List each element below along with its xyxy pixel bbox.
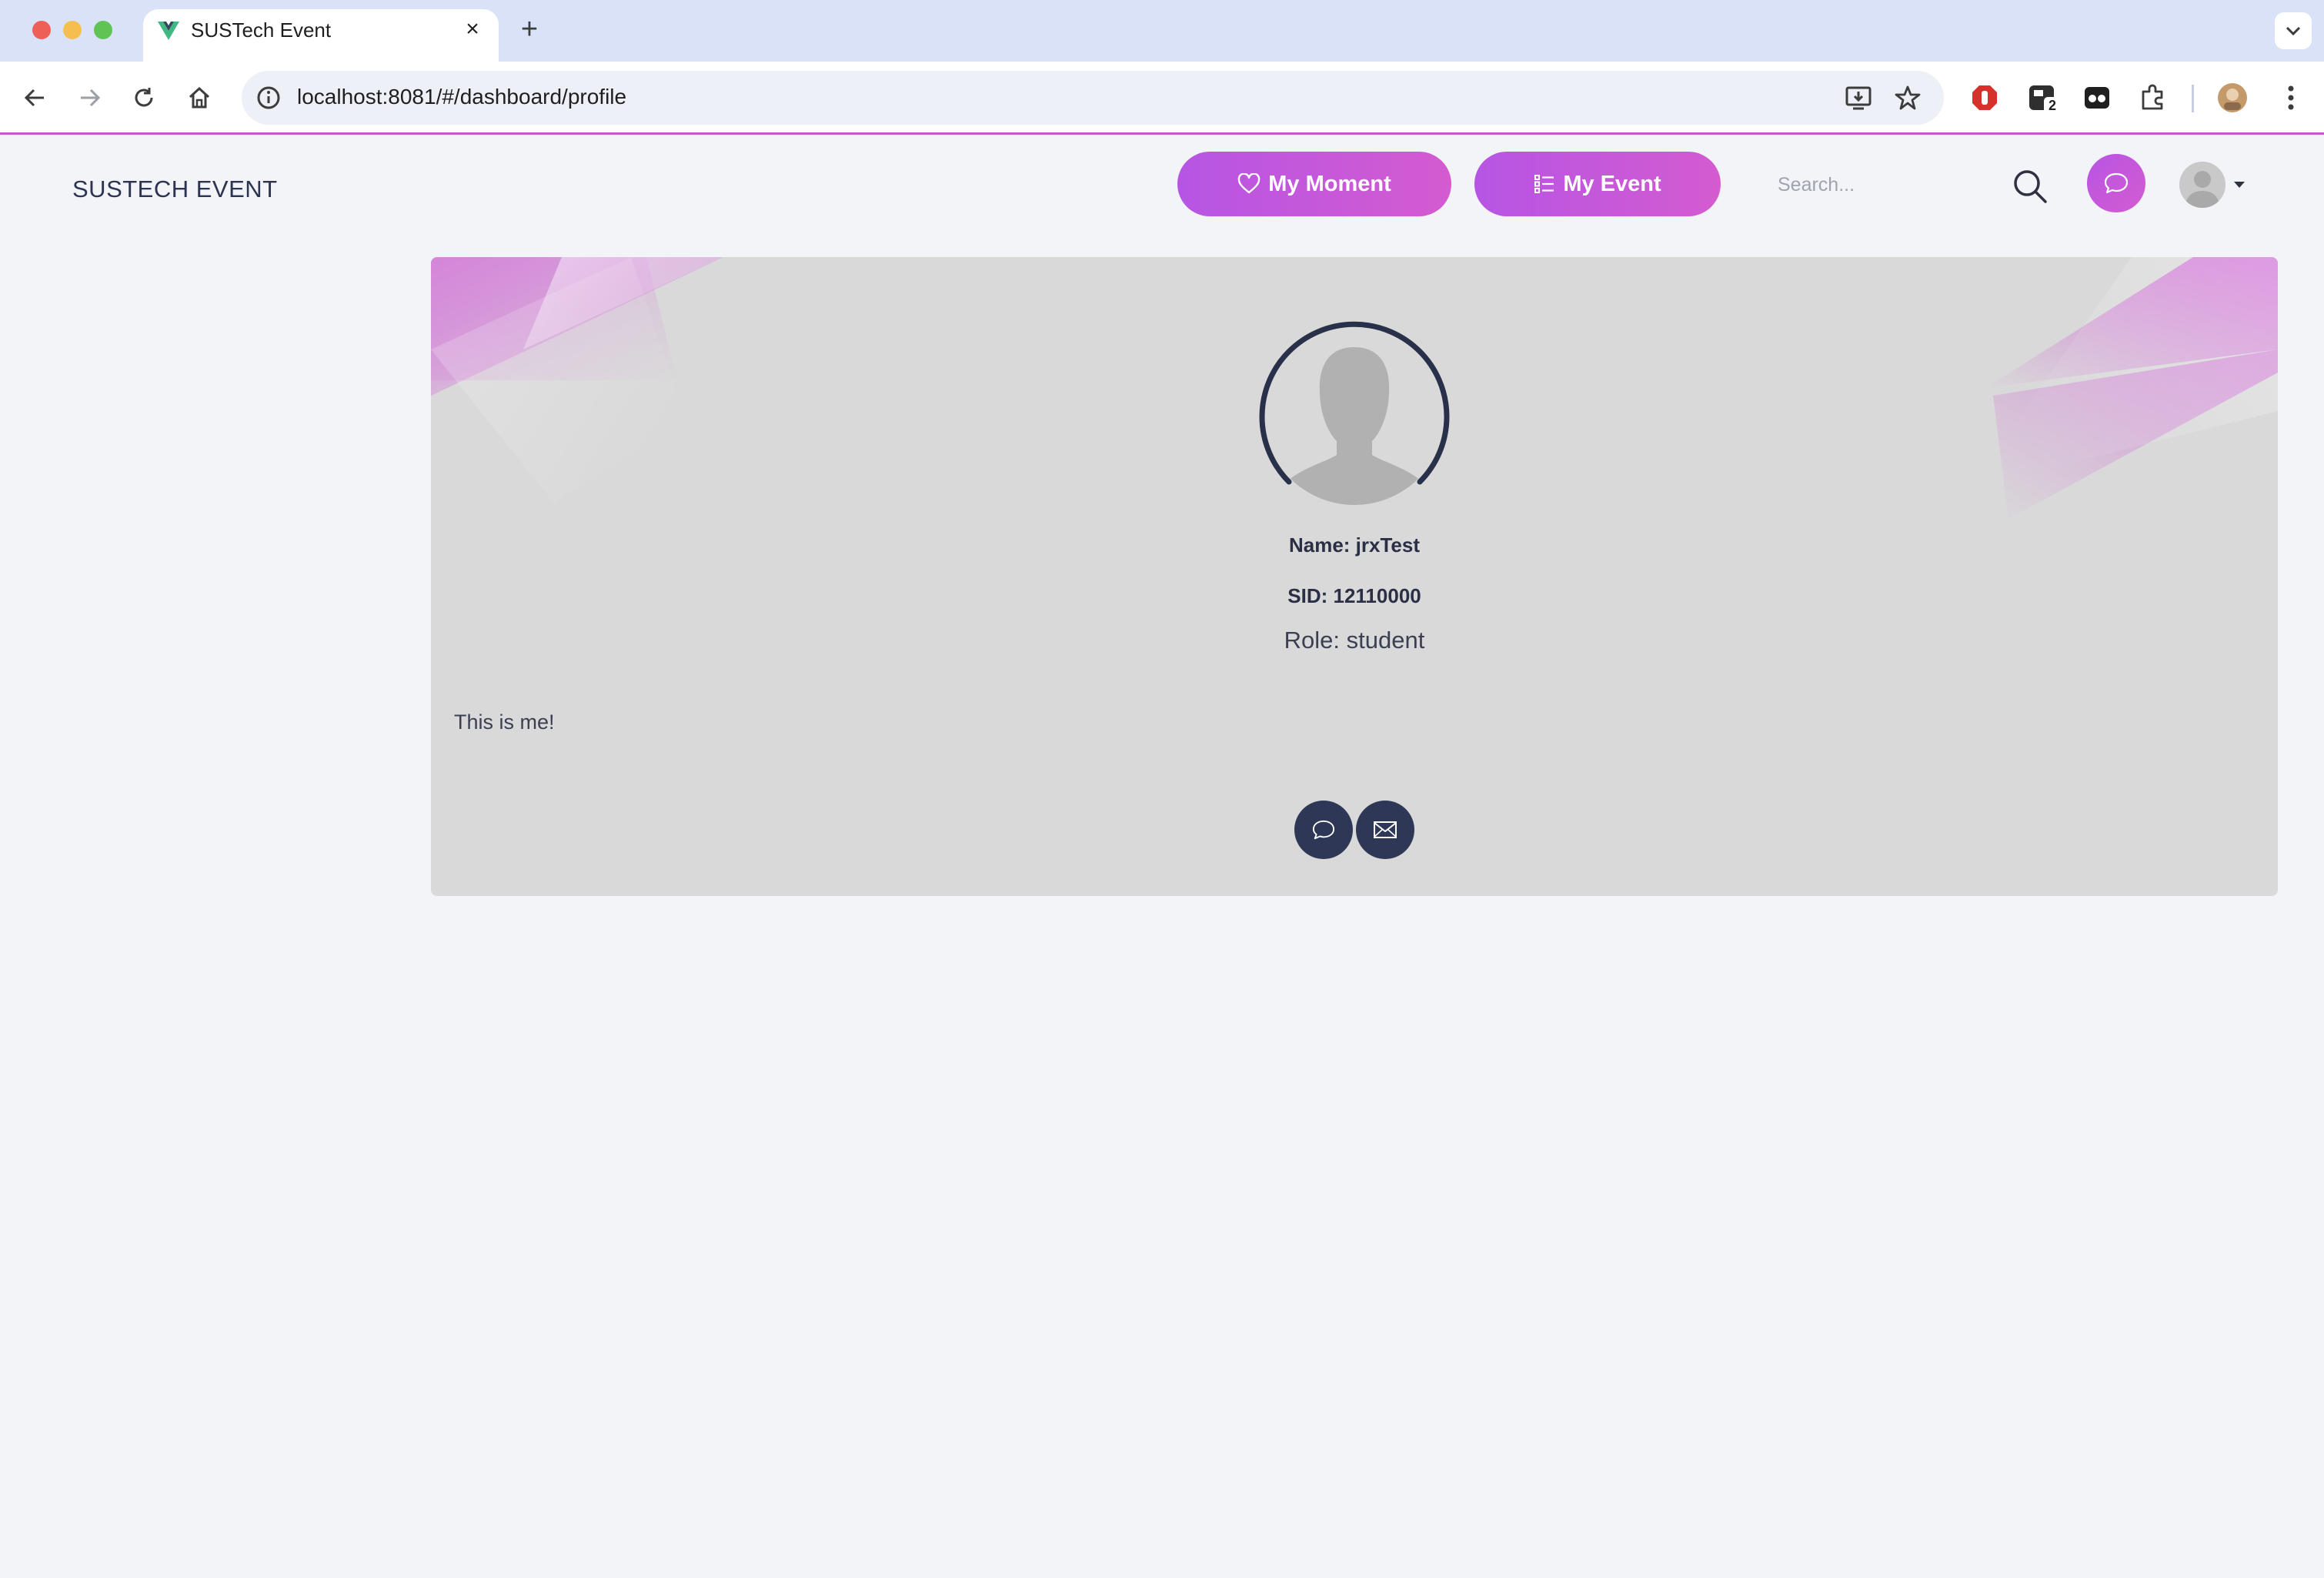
user-avatar[interactable]	[2179, 162, 2225, 208]
extension-adblock-button[interactable]	[1968, 82, 2001, 114]
forward-button[interactable]	[72, 80, 108, 115]
window-minimize-button[interactable]	[63, 21, 82, 39]
arrow-right-icon	[81, 89, 101, 107]
profile-button[interactable]	[2216, 82, 2249, 114]
my-event-label: My Event	[1563, 171, 1661, 196]
reload-button[interactable]	[126, 80, 162, 115]
home-button[interactable]	[182, 80, 217, 115]
browser-menu-button[interactable]	[2275, 82, 2307, 114]
puzzle-icon	[2142, 84, 2163, 110]
extension-badge-count: 2	[2044, 97, 2061, 114]
profile-name: Name: jrxTest	[1288, 533, 1421, 557]
bookmark-button[interactable]	[1892, 82, 1924, 114]
url-text[interactable]: localhost:8081/#/dashboard/profile	[297, 82, 626, 112]
my-moment-label: My Moment	[1268, 171, 1391, 196]
mail-icon	[1374, 821, 1397, 838]
profile-avatar-icon	[2218, 83, 2247, 112]
extension-tab-button[interactable]	[2081, 82, 2113, 114]
window-close-button[interactable]	[32, 21, 51, 39]
send-message-button[interactable]	[1294, 801, 1353, 859]
search-input[interactable]	[1778, 168, 1993, 202]
caret-down-icon[interactable]	[2232, 179, 2247, 191]
install-app-button[interactable]	[1842, 82, 1875, 114]
chat-icon	[1312, 820, 1335, 840]
site-info-icon[interactable]	[254, 83, 283, 112]
new-tab-button[interactable]: +	[514, 13, 545, 45]
header-accent-line	[0, 132, 2324, 135]
profile-bio: This is me!	[454, 710, 555, 734]
star-icon	[1895, 85, 1921, 110]
window-maximize-button[interactable]	[94, 21, 112, 39]
kebab-menu-icon	[2288, 85, 2294, 110]
tab-search-button[interactable]	[2275, 12, 2312, 49]
heart-icon	[1237, 173, 1261, 194]
tab-title: SUSTech Event	[191, 18, 332, 42]
profile-role: Role: student	[1284, 627, 1425, 654]
reload-icon	[135, 88, 153, 107]
search-icon[interactable]	[2010, 166, 2050, 206]
tab-close-icon[interactable]: ×	[459, 15, 486, 43]
list-icon	[1534, 175, 1554, 193]
back-button[interactable]	[17, 80, 52, 115]
chat-icon	[2104, 172, 2129, 194]
profile-sid: SID: 12110000	[1287, 584, 1421, 607]
messages-button[interactable]	[2087, 154, 2145, 212]
vue-favicon-icon	[158, 22, 179, 40]
eyes-icon	[2085, 87, 2109, 109]
user-silhouette-icon	[2185, 171, 2219, 208]
home-icon	[189, 86, 210, 109]
brand-title[interactable]: SUSTECH EVENT	[72, 174, 278, 205]
stop-sign-icon	[1972, 85, 1997, 110]
my-event-button[interactable]: My Event	[1474, 152, 1721, 216]
profile-card: Name: jrxTest SID: 12110000 Role: studen…	[431, 257, 2278, 896]
toolbar-divider	[2192, 85, 2194, 112]
my-moment-button[interactable]: My Moment	[1177, 152, 1451, 216]
install-icon	[1845, 86, 1872, 110]
send-email-button[interactable]	[1356, 801, 1414, 859]
profile-avatar	[1259, 321, 1450, 505]
extensions-menu-button[interactable]	[2136, 82, 2169, 114]
arrow-left-icon	[24, 89, 44, 107]
chevron-down-icon	[2286, 26, 2301, 36]
